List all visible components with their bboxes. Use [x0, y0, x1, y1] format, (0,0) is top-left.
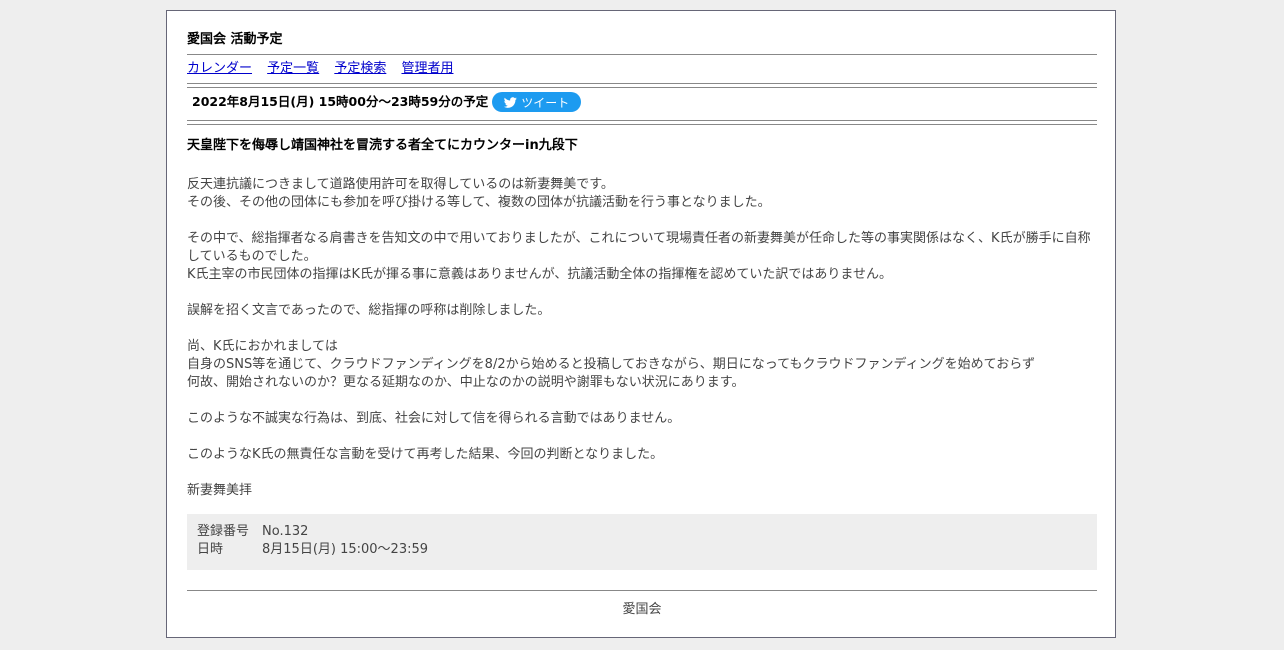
registration-value: No.132 [262, 524, 309, 539]
divider [187, 590, 1097, 591]
schedule-heading: 2022年8月15日(月) 15時00分～23時59分の予定 [192, 94, 489, 109]
event-title: 天皇陛下を侮辱し靖国神社を冒涜する者全てにカウンターin九段下 [187, 138, 578, 153]
body-paragraph: このような不誠実な行為は、到底、社会に対して信を得られる言動ではありません。 [187, 411, 681, 426]
footer-text: 愛国会 [622, 602, 662, 617]
body-paragraph: その中で、総指揮者なる肩書きを告知文の中で用いておりましたが、これについて現場責… [187, 231, 1091, 264]
page-frame: 愛国会 活動予定 カレンダー 予定一覧 予定検索 管理者用 2022年8月15日… [166, 10, 1116, 638]
body-paragraph: 何故、開始されないのか？更なる延期なのか、中止なのかの説明や謝罪もない状況にあり… [187, 375, 745, 390]
double-divider [187, 83, 1097, 88]
body-paragraph: 尚、K氏におかれましては [187, 339, 338, 354]
body-paragraph: 自身のSNS等を通じて、クラウドファンディングを8/2から始めると投稿しておきな… [187, 357, 1035, 372]
tweet-label: ツイート [521, 95, 570, 110]
event-body: 反天連抗議につきまして道路使用許可を取得しているのは新妻舞美です。その後、その他… [187, 176, 1097, 500]
twitter-bird-icon [504, 96, 518, 108]
body-paragraph: 誤解を招く文言であったので、総指揮の呼称は削除しました。 [187, 303, 551, 318]
tweet-button[interactable]: ツイート [492, 92, 582, 112]
info-row-registration: 登録番号 No.132 [197, 523, 1087, 541]
datetime-label: 日時 [197, 542, 224, 557]
body-paragraph: 反天連抗議につきまして道路使用許可を取得しているのは新妻舞美です。 [187, 177, 614, 192]
schedule-bar: 2022年8月15日(月) 15時00分～23時59分の予定 ツイート [192, 92, 582, 112]
nav-link-schedule-list[interactable]: 予定一覧 [267, 61, 319, 76]
main-nav: カレンダー 予定一覧 予定検索 管理者用 [187, 60, 464, 77]
info-row-datetime: 日時 8月15日(月) 15:00～23:59 [197, 541, 1087, 559]
nav-link-calendar[interactable]: カレンダー [187, 61, 252, 76]
info-box: 登録番号 No.132 日時 8月15日(月) 15:00～23:59 [187, 514, 1097, 570]
nav-link-admin[interactable]: 管理者用 [401, 61, 453, 76]
body-paragraph: このようなK氏の無責任な言動を受けて再考した結果、今回の判断となりました。 [187, 447, 664, 462]
divider [187, 54, 1097, 55]
body-paragraph: K氏主宰の市民団体の指揮はK氏が揮る事に意義はありませんが、抗議活動全体の指揮権… [187, 267, 893, 282]
double-divider [187, 120, 1097, 125]
nav-link-schedule-search[interactable]: 予定検索 [334, 61, 386, 76]
body-paragraph: その後、その他の団体にも参加を呼び掛ける等して、複数の団体が抗議活動を行う事とな… [187, 195, 771, 210]
datetime-value: 8月15日(月) 15:00～23:59 [262, 542, 429, 557]
body-paragraph: 新妻舞美拝 [187, 483, 253, 498]
site-title: 愛国会 活動予定 [187, 32, 283, 47]
registration-label: 登録番号 [197, 524, 250, 539]
